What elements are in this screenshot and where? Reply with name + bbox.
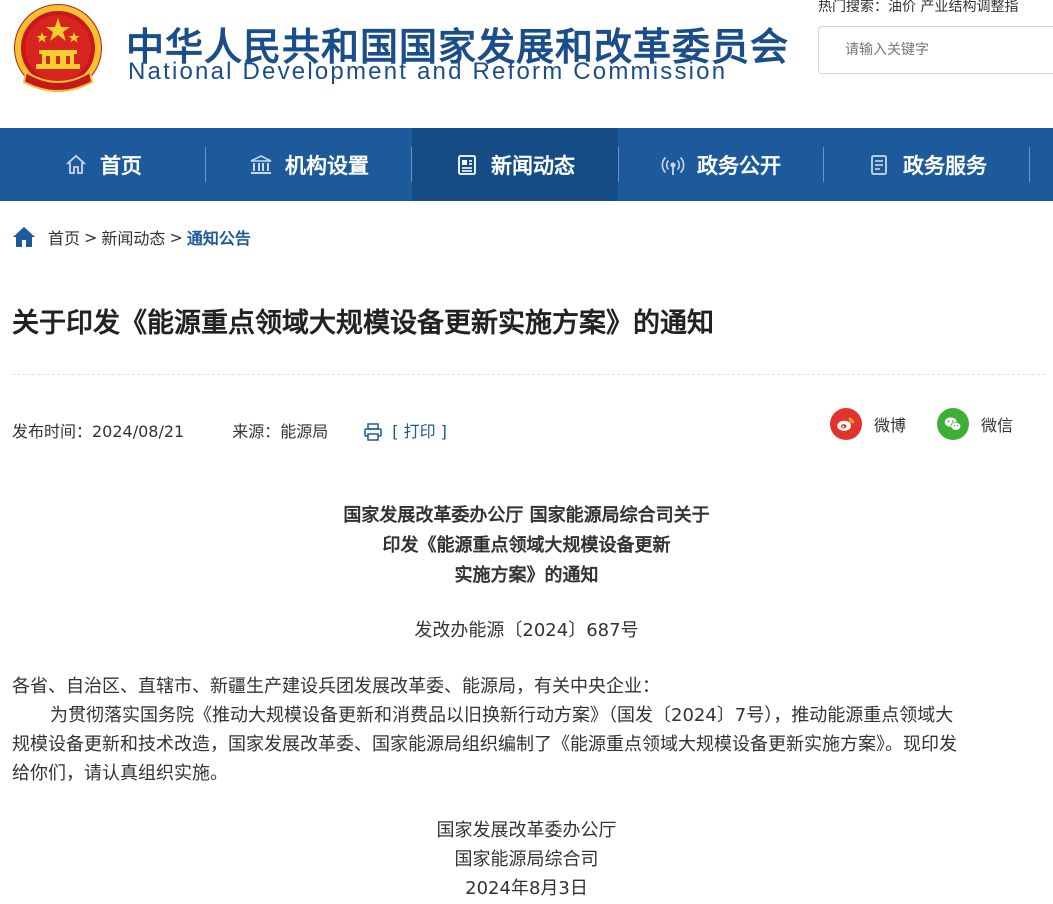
nav-item-gov-services[interactable]: 政务服务: [824, 128, 1030, 201]
national-emblem-icon[interactable]: [12, 2, 104, 98]
search-input[interactable]: [819, 27, 1053, 73]
nav-item-home[interactable]: 首页: [0, 128, 206, 201]
search-box: [818, 26, 1053, 74]
article-meta: 发布时间：2024/08/21 来源：能源局 [ 打印 ]: [12, 418, 447, 442]
nav-item-gov-affairs[interactable]: 政务公开: [618, 128, 824, 201]
publish-time: 发布时间：2024/08/21: [12, 422, 185, 441]
nav-item-label: 政务服务: [903, 153, 987, 178]
nav-item-news[interactable]: 新闻动态: [412, 128, 618, 201]
wechat-icon: [937, 408, 969, 440]
doc-heading-line-3: 实施方案》的通知: [454, 565, 599, 586]
share-weibo-label: 微博: [874, 416, 907, 435]
signature-line-2: 国家能源局综合司: [454, 849, 599, 870]
nav-separator: [1029, 147, 1030, 182]
document-icon: [867, 153, 891, 177]
share-wechat-label: 微信: [981, 416, 1014, 435]
body-paragraph-line-3: 给你们，请认真组织实施。: [12, 763, 228, 784]
nav-item-label: 首页: [100, 153, 142, 178]
main-nav: 首页 机构设置 新闻动态 政务公开 政务服务: [0, 128, 1053, 201]
share-weibo-button[interactable]: 微博: [830, 408, 906, 440]
breadcrumb-current[interactable]: 通知公告: [187, 225, 251, 249]
nav-separator: [618, 147, 619, 182]
breadcrumb-separator: >: [84, 227, 98, 247]
signature-date: 2024年8月3日: [465, 878, 588, 899]
breadcrumb: 首页 > 新闻动态 > 通知公告: [12, 225, 251, 249]
nav-item-label: 政务公开: [697, 153, 781, 178]
home-icon: [64, 153, 88, 177]
doc-heading-line-1: 国家发展改革委办公厅 国家能源局综合司关于: [343, 505, 710, 526]
document-number: 发改办能源〔2024〕687号: [414, 620, 639, 641]
print-icon[interactable]: [364, 423, 382, 441]
body-paragraph-line-2: 规模设备更新和技术改造，国家发展改革委、国家能源局组织编制了《能源重点领域大规模…: [12, 734, 957, 755]
signature-line-1: 国家发展改革委办公厅: [436, 820, 617, 841]
site-name-en: National Development and Reform Commissi…: [128, 58, 728, 85]
nav-item-label: 机构设置: [285, 153, 369, 178]
article-source: 来源：能源局: [232, 422, 329, 441]
site-header: 中华人民共和国国家发展和改革委员会 National Development a…: [0, 0, 1053, 128]
hot-search-links[interactable]: 热门搜索：油价 产业结构调整指: [818, 0, 1018, 16]
title-divider: [12, 374, 1045, 375]
nav-item-institution[interactable]: 机构设置: [206, 128, 412, 201]
news-icon: [455, 153, 479, 177]
broadcast-icon: [661, 153, 685, 177]
breadcrumb-home-icon[interactable]: [12, 226, 36, 248]
breadcrumb-home[interactable]: 首页: [48, 225, 80, 249]
institution-icon: [249, 153, 273, 177]
article-title: 关于印发《能源重点领域大规模设备更新实施方案》的通知: [12, 308, 714, 339]
share-wechat-button[interactable]: 微信: [937, 408, 1013, 440]
print-link[interactable]: [ 打印 ]: [392, 418, 447, 442]
nav-item-label: 新闻动态: [491, 153, 575, 178]
breadcrumb-separator: >: [169, 227, 183, 247]
doc-heading-line-2: 印发《能源重点领域大规模设备更新: [382, 535, 671, 556]
breadcrumb-news[interactable]: 新闻动态: [101, 225, 165, 249]
body-paragraph-line-1: 为贯彻落实国务院《推动大规模设备更新和消费品以旧换新行动方案》（国发〔2024〕…: [50, 705, 954, 726]
weibo-icon: [830, 408, 862, 440]
recipients-line: 各省、自治区、直辖市、新疆生产建设兵团发展改革委、能源局，有关中央企业：: [12, 676, 660, 697]
